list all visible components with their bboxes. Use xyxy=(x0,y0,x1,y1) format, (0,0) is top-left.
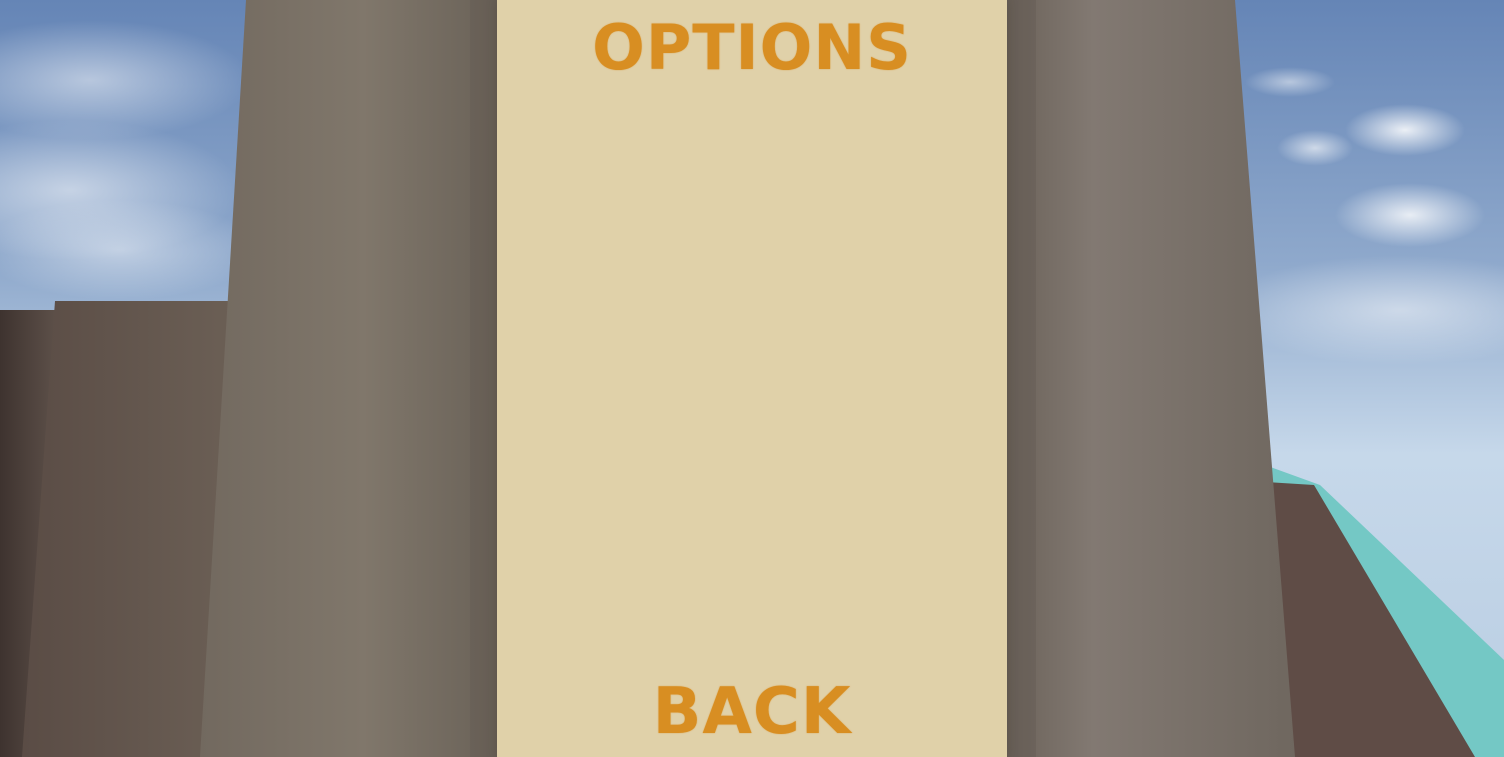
rock-left xyxy=(22,301,232,757)
tower-left xyxy=(200,0,498,757)
menu-title: OPTIONS xyxy=(592,11,912,84)
options-menu-panel: OPTIONS BACK xyxy=(497,0,1007,757)
back-button[interactable]: BACK xyxy=(497,672,1007,752)
